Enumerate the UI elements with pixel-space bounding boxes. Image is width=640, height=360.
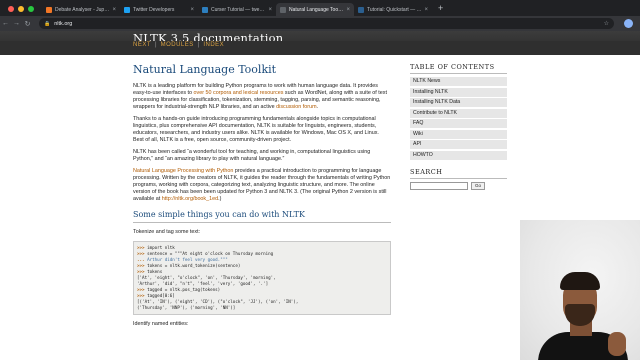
code-text: tokens [147,269,163,274]
code-prompt: ... [137,257,148,262]
code-line: ('Thursday', 'NNP'), ('morning', 'NN')] [137,305,236,310]
tab-title: Tutorial: Quickstart — TextBlo [367,6,422,13]
browser-tab[interactable]: Tutorial: Quickstart — TextBlo× [354,3,432,16]
toc-heading: TABLE OF CONTENTS [410,63,507,74]
book-paragraph: Natural Language Processing with Python … [133,168,391,203]
site-nav: NEXT | MODULES | INDEX [133,42,224,48]
address-bar-url: nltk.org [54,20,73,27]
toc-item[interactable]: Installing NLTK Data [410,98,507,107]
tokenize-label: Tokenize and tag some text: [133,229,201,235]
tab-close-icon[interactable]: × [112,7,116,13]
toc-item[interactable]: HOWTO [410,150,507,160]
tab-title: Natural Language Toolkit — N [289,6,344,13]
profile-avatar[interactable] [624,19,633,28]
presenter-hair [560,272,600,290]
tab-favicon-icon [358,6,364,13]
reload-icon[interactable]: ↻ [22,20,33,28]
bookmark-star-icon[interactable]: ☆ [604,20,609,27]
maximize-window-icon[interactable] [28,6,34,12]
section-heading: Some simple things you can do with NLTK [133,210,391,223]
nav-modules-link[interactable]: MODULES [161,42,194,48]
code-prompt: >>> [137,245,148,250]
code-text: sentence = """At eight o'clock on Thursd… [147,251,274,256]
code-prompt: >>> [137,287,148,292]
toc-item[interactable]: FAQ [410,119,507,128]
code-prompt: >>> [137,293,148,298]
forward-icon[interactable]: → [11,20,22,27]
close-window-icon[interactable] [8,6,14,12]
tab-close-icon[interactable]: × [424,7,428,13]
code-prompt: >>> [137,251,148,256]
tab-favicon-icon [280,6,286,13]
toc-item[interactable]: API [410,140,507,149]
presenter-hand [608,332,626,356]
back-icon[interactable]: ← [0,20,11,27]
browser-tab[interactable]: Curser Tutorial — tweepy 3.9.× [198,3,276,16]
code-text: tagged = nltk.pos_tag(tokens) [147,287,221,292]
search-go-button[interactable]: Go [471,181,486,190]
corpora-link[interactable]: over 50 corpora and lexical resources [194,90,284,96]
toc-item[interactable]: NLTK News [410,77,507,86]
toc-item[interactable]: Contribute to NLTK [410,108,507,118]
code-prompt: >>> [137,269,148,274]
tab-title: Twitter Developers [133,6,175,13]
discussion-forum-link[interactable]: discussion forum [276,104,316,110]
minimize-window-icon[interactable] [18,6,24,12]
tab-title: Curser Tutorial — tweepy 3.9. [211,6,265,13]
browser-tab[interactable]: Debate Analyser - Jupyter No× [42,3,120,16]
tab-favicon-icon [202,6,208,13]
guide-paragraph: Thanks to a hands-on guide introducing p… [133,116,379,143]
nav-index-link[interactable]: INDEX [203,42,224,48]
tab-favicon-icon [124,6,130,13]
intro-text-3: . [316,104,319,110]
book-text-2: .) [218,196,222,202]
browser-tab-bar: Debate Analyser - Jupyter No×Twitter Dev… [0,0,640,16]
site-nav-bar [0,41,640,55]
quote-paragraph: NLTK has been called “a wonderful tool f… [133,149,371,162]
page-title: Natural Language Toolkit [133,63,277,76]
search-form: Go [410,181,507,190]
intro-paragraph: NLTK is a leading platform for building … [133,83,391,111]
code-text: tagged[0:6] [147,293,175,298]
code-text: Arthur didn't feel very good.""" [147,257,228,262]
tab-close-icon[interactable]: × [268,7,272,13]
tab-title: Debate Analyser - Jupyter No [55,6,109,13]
window-controls [0,6,42,16]
toc-item[interactable]: Installing NLTK [410,87,507,97]
tab-close-icon[interactable]: × [190,7,194,13]
code-text: import nltk [147,245,175,250]
new-tab-button[interactable]: + [432,2,443,16]
search-input[interactable] [410,181,468,190]
code-example: >>> import nltk >>> sentence = """At eigh… [133,241,391,315]
browser-tab[interactable]: Natural Language Toolkit — N× [276,3,354,16]
tab-close-icon[interactable]: × [346,7,350,13]
nav-separator: | [155,42,157,48]
code-prompt: >>> [137,263,148,268]
code-text: tokens = nltk.word_tokenize(sentence) [147,263,241,268]
nav-separator: | [197,42,200,48]
sidebar: TABLE OF CONTENTS NLTK News Installing NL… [410,63,507,190]
toc-item[interactable]: Wiki [410,129,507,139]
browser-toolbar: ← → ↻ 🔒 nltk.org ☆ [0,16,640,31]
browser-tab[interactable]: Twitter Developers × [120,3,198,16]
lock-icon: 🔒 [44,20,51,27]
identify-label: Identify named entities: [133,321,189,327]
nlp-book-link[interactable]: Natural Language Processing with Python [133,168,233,174]
book-1ed-link[interactable]: http://nltk.org/book_1ed [162,196,218,202]
webcam-overlay [520,220,640,360]
search-heading: SEARCH [410,168,507,179]
tab-favicon-icon [46,6,52,13]
nav-next-link[interactable]: NEXT [133,42,151,48]
address-bar[interactable]: 🔒 nltk.org ☆ [39,18,614,29]
main-content: Natural Language Toolkit NLTK is a leadi… [133,63,391,333]
